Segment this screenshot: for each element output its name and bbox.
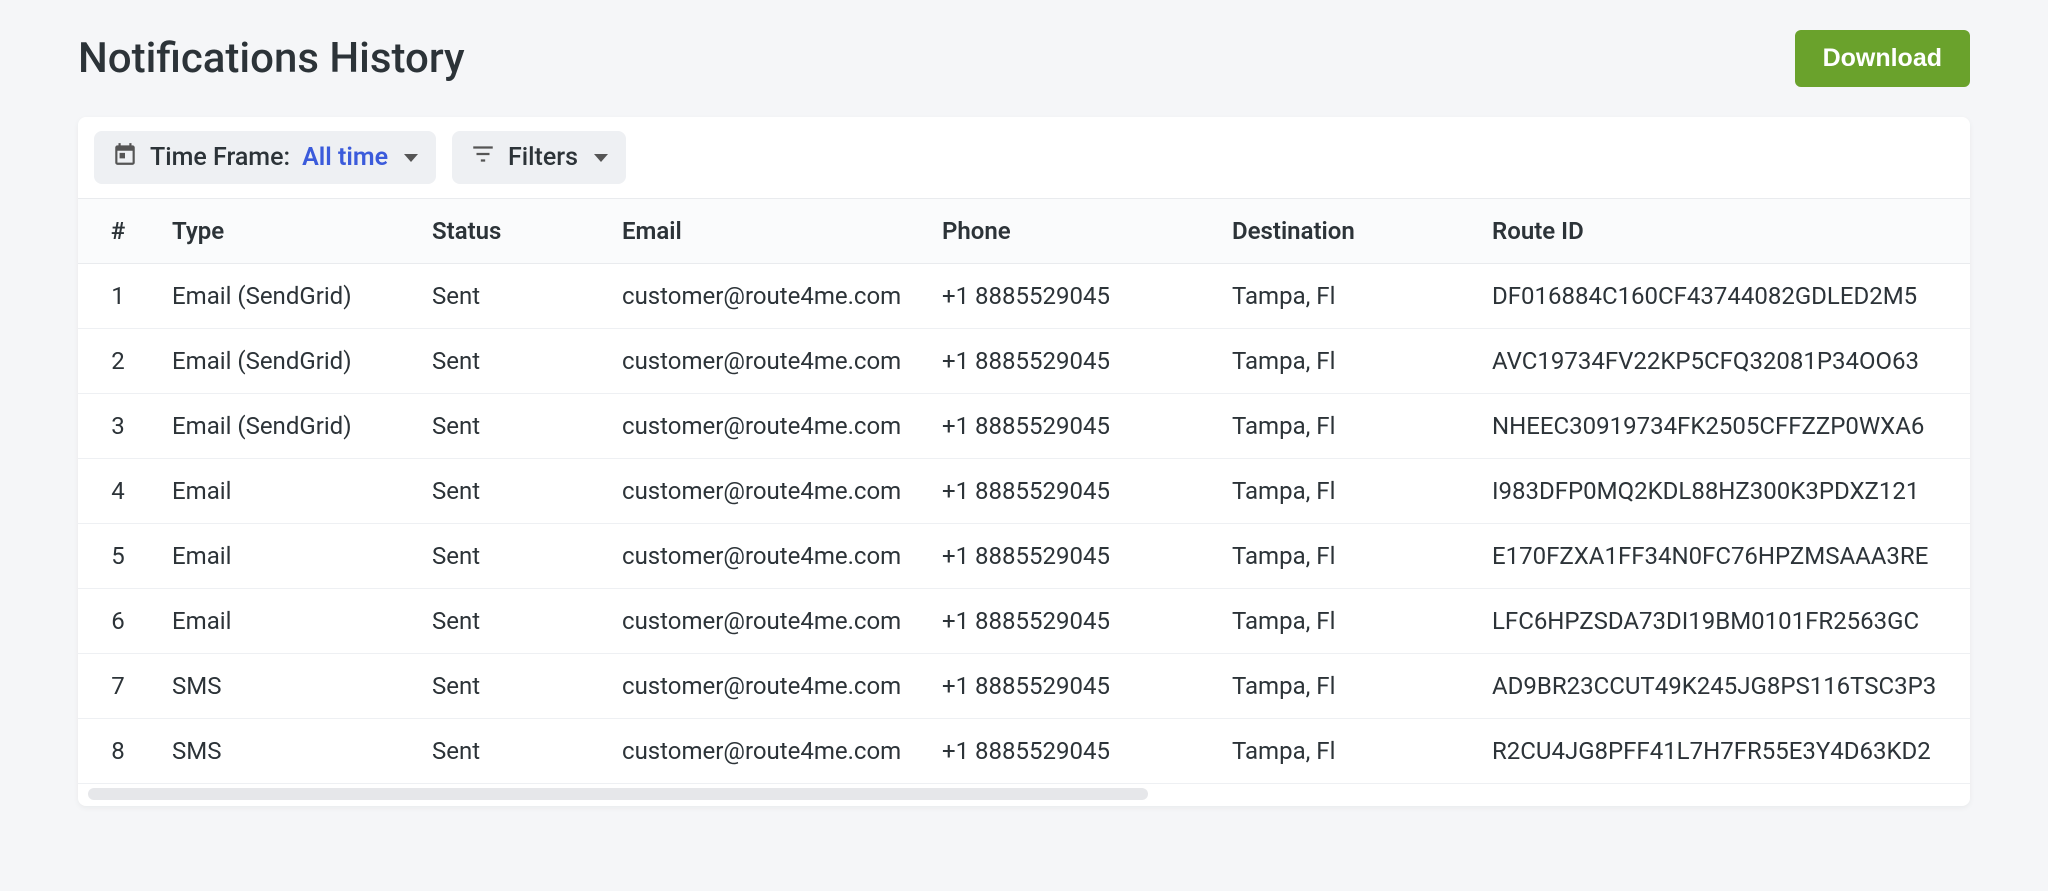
cell-type: Email (SendGrid) xyxy=(158,329,418,394)
cell-destination: Tampa, Fl xyxy=(1218,329,1478,394)
page-header: Notifications History Download xyxy=(78,20,1970,87)
cell-num: 6 xyxy=(78,589,158,654)
table-header-row: # Type Status Email Phone Destination Ro… xyxy=(78,199,1970,264)
cell-type: SMS xyxy=(158,719,418,784)
col-header-phone[interactable]: Phone xyxy=(928,199,1218,264)
filters-button[interactable]: Filters xyxy=(452,131,626,184)
cell-route-id: AVC19734FV22KP5CFQ32081P34OO63 xyxy=(1478,329,1970,394)
cell-num: 2 xyxy=(78,329,158,394)
cell-num: 1 xyxy=(78,264,158,329)
toolbar: Time Frame: All time Filters xyxy=(78,117,1970,199)
filters-label: Filters xyxy=(508,143,578,172)
cell-status: Sent xyxy=(418,394,608,459)
cell-status: Sent xyxy=(418,329,608,394)
col-header-route[interactable]: Route ID xyxy=(1478,199,1970,264)
cell-num: 4 xyxy=(78,459,158,524)
cell-status: Sent xyxy=(418,264,608,329)
cell-route-id: AD9BR23CCUT49K245JG8PS116TSC3P3 xyxy=(1478,654,1970,719)
cell-phone: +1 8885529045 xyxy=(928,524,1218,589)
cell-num: 5 xyxy=(78,524,158,589)
col-header-email[interactable]: Email xyxy=(608,199,928,264)
cell-email: customer@route4me.com xyxy=(608,719,928,784)
cell-phone: +1 8885529045 xyxy=(928,589,1218,654)
cell-status: Sent xyxy=(418,524,608,589)
cell-phone: +1 8885529045 xyxy=(928,459,1218,524)
caret-down-icon xyxy=(404,154,418,162)
cell-destination: Tampa, Fl xyxy=(1218,654,1478,719)
filter-icon xyxy=(470,141,496,174)
cell-email: customer@route4me.com xyxy=(608,394,928,459)
notifications-table: # Type Status Email Phone Destination Ro… xyxy=(78,199,1970,784)
col-header-dest[interactable]: Destination xyxy=(1218,199,1478,264)
cell-destination: Tampa, Fl xyxy=(1218,719,1478,784)
cell-status: Sent xyxy=(418,459,608,524)
cell-type: SMS xyxy=(158,654,418,719)
cell-status: Sent xyxy=(418,719,608,784)
table-row[interactable]: 4EmailSentcustomer@route4me.com+1 888552… xyxy=(78,459,1970,524)
cell-phone: +1 8885529045 xyxy=(928,394,1218,459)
table-row[interactable]: 8SMSSentcustomer@route4me.com+1 88855290… xyxy=(78,719,1970,784)
cell-type: Email xyxy=(158,589,418,654)
cell-route-id: NHEEC30919734FK2505CFFZZP0WXA6 xyxy=(1478,394,1970,459)
cell-phone: +1 8885529045 xyxy=(928,264,1218,329)
caret-down-icon xyxy=(594,154,608,162)
page-title: Notifications History xyxy=(78,34,465,83)
timeframe-value: All time xyxy=(302,143,388,172)
cell-destination: Tampa, Fl xyxy=(1218,589,1478,654)
cell-email: customer@route4me.com xyxy=(608,524,928,589)
col-header-type[interactable]: Type xyxy=(158,199,418,264)
col-header-num[interactable]: # xyxy=(78,199,158,264)
cell-email: customer@route4me.com xyxy=(608,459,928,524)
cell-email: customer@route4me.com xyxy=(608,654,928,719)
cell-destination: Tampa, Fl xyxy=(1218,524,1478,589)
timeframe-label: Time Frame: xyxy=(150,143,290,172)
notifications-panel: Time Frame: All time Filters # Type Stat… xyxy=(78,117,1970,806)
cell-type: Email (SendGrid) xyxy=(158,394,418,459)
table-row[interactable]: 3Email (SendGrid)Sentcustomer@route4me.c… xyxy=(78,394,1970,459)
cell-destination: Tampa, Fl xyxy=(1218,459,1478,524)
table-row[interactable]: 5EmailSentcustomer@route4me.com+1 888552… xyxy=(78,524,1970,589)
cell-status: Sent xyxy=(418,589,608,654)
cell-num: 7 xyxy=(78,654,158,719)
horizontal-scrollbar[interactable] xyxy=(88,788,1148,800)
cell-route-id: LFC6HPZSDA73DI19BM0101FR2563GC xyxy=(1478,589,1970,654)
cell-route-id: E170FZXA1FF34N0FC76HPZMSAAA3RE xyxy=(1478,524,1970,589)
download-button[interactable]: Download xyxy=(1795,30,1970,87)
cell-num: 3 xyxy=(78,394,158,459)
cell-num: 8 xyxy=(78,719,158,784)
cell-type: Email xyxy=(158,459,418,524)
table-row[interactable]: 7SMSSentcustomer@route4me.com+1 88855290… xyxy=(78,654,1970,719)
cell-email: customer@route4me.com xyxy=(608,264,928,329)
cell-phone: +1 8885529045 xyxy=(928,329,1218,394)
cell-status: Sent xyxy=(418,654,608,719)
cell-destination: Tampa, Fl xyxy=(1218,264,1478,329)
table-row[interactable]: 1Email (SendGrid)Sentcustomer@route4me.c… xyxy=(78,264,1970,329)
cell-phone: +1 8885529045 xyxy=(928,719,1218,784)
calendar-icon xyxy=(112,141,138,174)
cell-phone: +1 8885529045 xyxy=(928,654,1218,719)
cell-route-id: R2CU4JG8PFF41L7H7FR55E3Y4D63KD2 xyxy=(1478,719,1970,784)
col-header-status[interactable]: Status xyxy=(418,199,608,264)
cell-type: Email (SendGrid) xyxy=(158,264,418,329)
cell-email: customer@route4me.com xyxy=(608,589,928,654)
cell-route-id: I983DFP0MQ2KDL88HZ300K3PDXZ121 xyxy=(1478,459,1970,524)
cell-destination: Tampa, Fl xyxy=(1218,394,1478,459)
cell-type: Email xyxy=(158,524,418,589)
cell-email: customer@route4me.com xyxy=(608,329,928,394)
timeframe-selector[interactable]: Time Frame: All time xyxy=(94,131,436,184)
table-row[interactable]: 6EmailSentcustomer@route4me.com+1 888552… xyxy=(78,589,1970,654)
cell-route-id: DF016884C160CF43744082GDLED2M5 xyxy=(1478,264,1970,329)
table-row[interactable]: 2Email (SendGrid)Sentcustomer@route4me.c… xyxy=(78,329,1970,394)
